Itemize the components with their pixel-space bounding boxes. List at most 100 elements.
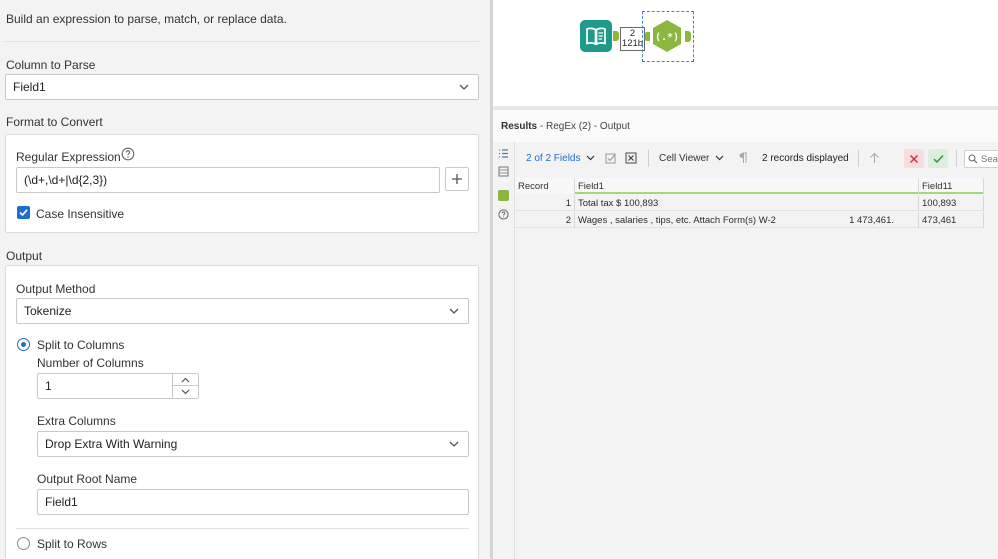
- cell-field1[interactable]: Wages , salaries , tips, etc. Attach For…: [575, 212, 919, 228]
- case-insensitive-label: Case Insensitive: [36, 207, 125, 221]
- cell-field11[interactable]: 473,461: [919, 212, 984, 228]
- list-icon[interactable]: [498, 148, 509, 159]
- results-body: 2 of 2 Fields Cell Viewer 2 records disp…: [515, 142, 998, 559]
- apply-button[interactable]: [928, 149, 948, 168]
- results-side-toolbar: [493, 142, 515, 559]
- check-icon: [19, 209, 28, 217]
- column-header-field1-label: Field1: [578, 180, 604, 192]
- plus-icon: [452, 174, 462, 184]
- format-to-convert-title: Format to Convert: [6, 115, 103, 129]
- results-title: Results - RegEx (2) - Output: [501, 121, 630, 132]
- close-icon: [909, 154, 919, 163]
- cancel-button[interactable]: [904, 149, 924, 168]
- toolbar-separator: [858, 150, 859, 167]
- cell-field1-text: Total tax $ 100,893: [578, 197, 659, 209]
- stepper-up-button[interactable]: [173, 374, 198, 386]
- divider: [5, 41, 479, 42]
- output-root-name-label: Output Root Name: [37, 472, 138, 486]
- regex-input[interactable]: (\d+,\d+|\d{2,3}): [16, 167, 440, 193]
- deselect-icon[interactable]: [625, 152, 637, 164]
- column-to-parse-title: Column to Parse: [6, 58, 96, 72]
- check-icon: [932, 154, 944, 163]
- fields-selector[interactable]: 2 of 2 Fields: [526, 153, 595, 164]
- search-placeholder: Sea: [981, 153, 998, 165]
- results-toolbar: 2 of 2 Fields Cell Viewer 2 records disp…: [515, 142, 998, 174]
- tool-description: Build an expression to parse, match, or …: [6, 12, 287, 26]
- chevron-down-icon: [449, 308, 459, 314]
- column-header-record[interactable]: Record: [515, 178, 575, 194]
- split-to-columns-label: Split to Columns: [37, 338, 125, 352]
- table-row[interactable]: 1 Total tax $ 100,893 100,893: [515, 195, 984, 211]
- search-icon: [968, 154, 978, 164]
- chevron-down-icon: [586, 155, 595, 161]
- output-card: Output Method Tokenize Split to Columns …: [5, 265, 479, 559]
- number-of-columns-stepper[interactable]: 1: [37, 373, 199, 399]
- format-card: Regular Expression (\d+,\d+|\d{2,3}) Cas…: [5, 134, 479, 233]
- column-highlight-bar: [575, 192, 918, 194]
- workflow-canvas[interactable]: 2 121b (.*): [493, 0, 998, 106]
- help-icon[interactable]: [121, 147, 135, 161]
- insert-token-button[interactable]: [445, 167, 469, 191]
- column-header-field11-label: Field11: [922, 180, 953, 192]
- chevron-down-icon: [449, 441, 459, 447]
- column-to-parse-select[interactable]: Field1: [5, 74, 479, 100]
- records-count-label: 2 records displayed: [762, 153, 849, 164]
- toolbar-separator: [956, 150, 957, 167]
- column-header-field1[interactable]: Field1: [575, 178, 919, 194]
- search-input[interactable]: Sea: [964, 150, 998, 168]
- regex-output-anchor[interactable]: [685, 31, 691, 42]
- arrow-up-icon[interactable]: [869, 152, 880, 164]
- column-highlight-bar: [919, 192, 983, 194]
- help-icon[interactable]: [498, 209, 509, 220]
- grid-header-row: Record Field1 Field11: [515, 178, 984, 194]
- results-title-bold: Results: [501, 121, 538, 132]
- table-icon[interactable]: [498, 166, 509, 177]
- chevron-down-icon: [459, 84, 469, 90]
- record-size: 121b: [621, 38, 644, 49]
- split-to-rows-radio[interactable]: [17, 537, 30, 550]
- table-row[interactable]: 2 Wages , salaries , tips, etc. Attach F…: [515, 212, 984, 228]
- results-header: Results - RegEx (2) - Output: [493, 110, 998, 142]
- divider: [16, 528, 469, 529]
- book-icon: [586, 27, 606, 46]
- stepper-down-button[interactable]: [173, 386, 198, 398]
- cell-viewer-selector[interactable]: Cell Viewer: [659, 153, 724, 164]
- fields-label: 2 of 2 Fields: [526, 153, 581, 164]
- split-to-columns-radio[interactable]: [17, 338, 30, 351]
- number-of-columns-label: Number of Columns: [37, 356, 144, 370]
- regex-label: Regular Expression: [16, 150, 121, 164]
- cell-record[interactable]: 1: [515, 195, 575, 211]
- cell-record[interactable]: 2: [515, 212, 575, 228]
- output-method-select[interactable]: Tokenize: [16, 298, 469, 324]
- regex-tool[interactable]: (.*): [650, 19, 684, 53]
- cell-field1-extra: 1 473,461.: [849, 214, 894, 226]
- cell-field1[interactable]: Total tax $ 100,893: [575, 195, 919, 211]
- chevron-down-icon: [181, 389, 190, 395]
- output-anchor[interactable]: [613, 31, 619, 41]
- output-root-name-input[interactable]: Field1: [37, 489, 469, 515]
- column-header-field11[interactable]: Field11: [919, 178, 984, 194]
- extra-columns-select[interactable]: Drop Extra With Warning: [37, 431, 469, 457]
- cell-field11[interactable]: 100,893: [919, 195, 984, 211]
- extra-columns-label: Extra Columns: [37, 414, 116, 428]
- chevron-down-icon: [715, 155, 724, 161]
- output-method-label: Output Method: [16, 282, 96, 296]
- extra-columns-value: Drop Extra With Warning: [45, 437, 178, 451]
- toolbar-separator: [648, 150, 649, 167]
- regex-value: (\d+,\d+|\d{2,3}): [24, 173, 108, 187]
- stepper-buttons: [172, 374, 198, 398]
- cell-field1-text: Wages , salaries , tips, etc. Attach For…: [578, 214, 776, 226]
- output-method-value: Tokenize: [24, 304, 72, 318]
- edit-check-icon[interactable]: [605, 152, 617, 164]
- pilcrow-icon[interactable]: [738, 152, 748, 164]
- column-to-parse-value: Field1: [13, 80, 46, 94]
- results-title-rest: - RegEx (2) - Output: [537, 121, 630, 132]
- output-title: Output: [6, 249, 43, 263]
- input-tool[interactable]: [580, 20, 612, 52]
- case-insensitive-checkbox[interactable]: [17, 206, 30, 219]
- output-anchor-icon[interactable]: [498, 190, 509, 201]
- number-of-columns-value: 1: [45, 379, 52, 393]
- chevron-up-icon: [181, 377, 190, 382]
- split-to-rows-label: Split to Rows: [37, 537, 108, 551]
- output-root-name-value: Field1: [45, 495, 78, 509]
